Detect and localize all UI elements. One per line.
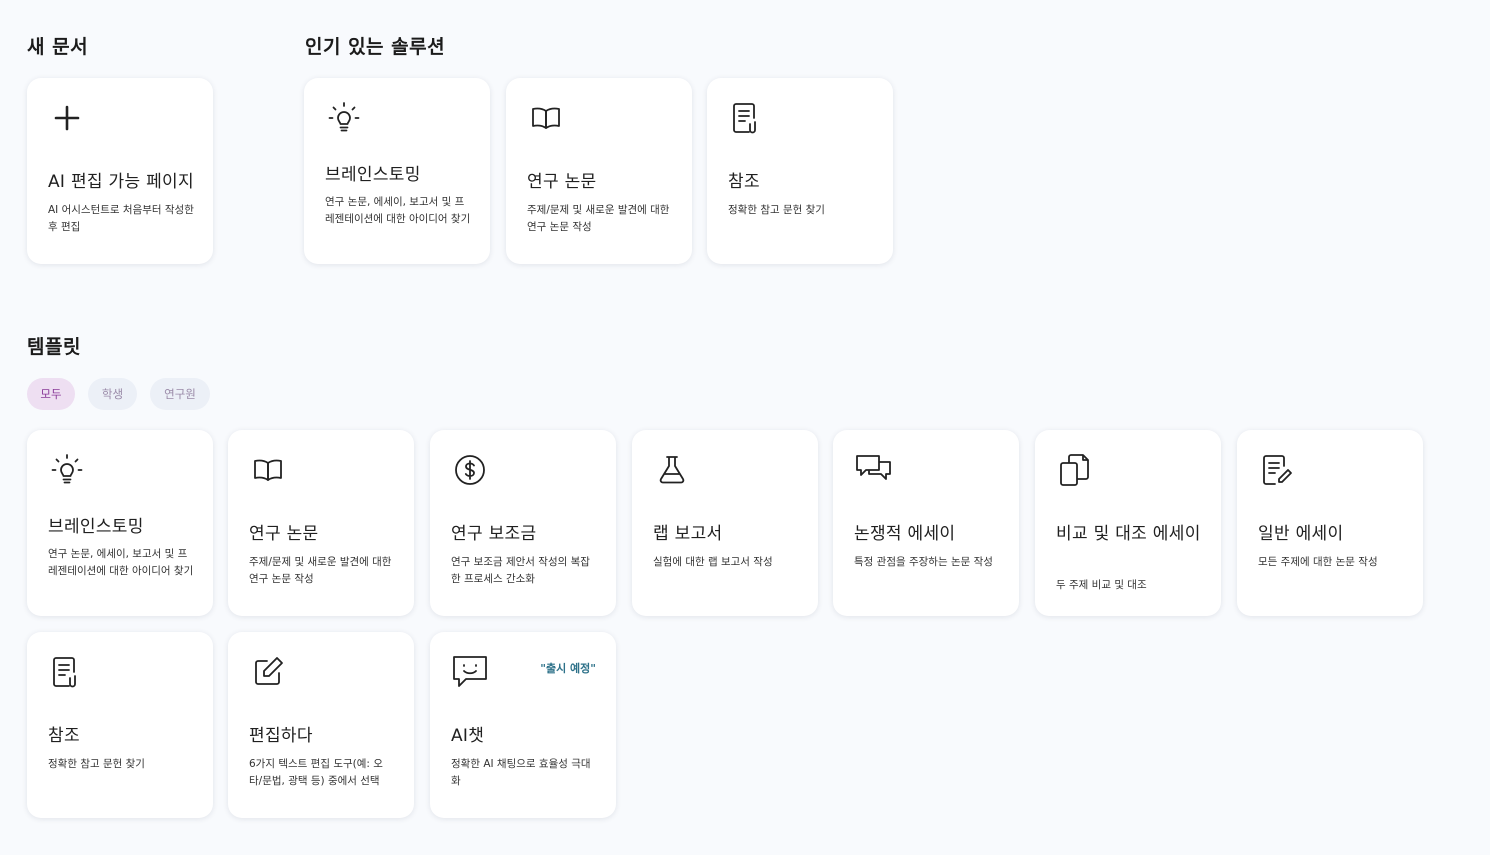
card-title: AI챗 [451,726,485,746]
document-clip-icon [47,652,87,692]
card-description: 연구 보조금 제안서 작성의 복잡한 프로세스 간소화 [451,556,590,585]
template-card-research-paper[interactable]: 연구 논문 주제/문제 및 새로운 발견에 대한 연구 논문 작성 [228,430,414,616]
filter-chip-student[interactable]: 학생 [88,378,137,410]
popular-card-research-paper[interactable]: 연구 논문 주제/문제 및 새로운 발견에 대한 연구 논문 작성 [506,78,692,264]
document-edit-icon [1257,450,1297,490]
card-title: 연구 논문 [249,524,319,544]
lightbulb-icon [47,450,87,490]
card-description: 연구 논문, 에세이, 보고서 및 프레젠테이션에 대한 아이디어 찾기 [48,548,194,577]
template-card-research-grant[interactable]: 연구 보조금 연구 보조금 제안서 작성의 복잡한 프로세스 간소화 [430,430,616,616]
popular-card-brainstorming[interactable]: 브레인스토밍 연구 논문, 에세이, 보고서 및 프레젠테이션에 대한 아이디어… [304,78,490,264]
card-description: 모든 주제에 대한 논문 작성 [1258,556,1378,568]
template-card-ai-chat[interactable]: "출시 예정" AI챗 정확한 AI 채팅으로 효율성 극대화 [430,632,616,818]
template-card-brainstorming[interactable]: 브레인스토밍 연구 논문, 에세이, 보고서 및 프레젠테이션에 대한 아이디어… [27,430,213,616]
card-title: 랩 보고서 [653,524,723,544]
card-title: 참조 [48,726,80,746]
card-title: 연구 논문 [527,172,597,192]
template-card-references[interactable]: 참조 정확한 참고 문헌 찾기 [27,632,213,818]
lightbulb-icon [324,98,364,138]
new-ai-page-card[interactable]: AI 편집 가능 페이지 AI 어시스턴트로 처음부터 작성한 후 편집 [27,78,213,264]
popular-card-references[interactable]: 참조 정확한 참고 문헌 찾기 [707,78,893,264]
card-title: AI 편집 가능 페이지 [48,172,194,192]
coming-soon-badge: "출시 예정" [540,662,596,675]
copy-icon [1055,450,1095,490]
card-title: 브레인스토밍 [325,165,421,185]
card-title: 편집하다 [249,726,313,746]
plus-icon [47,98,87,138]
template-card-edit[interactable]: 편집하다 6가지 텍스트 편집 도구(예: 오타/문법, 광택 등) 중에서 선… [228,632,414,818]
filter-chip-all[interactable]: 모두 [27,378,75,410]
flask-icon [652,450,692,490]
card-title: 브레인스토밍 [48,517,144,537]
card-description: 정확한 참고 문헌 찾기 [728,204,825,216]
card-description: 두 주제 비교 및 대조 [1056,579,1147,591]
template-card-compare-contrast-essay[interactable]: 비교 및 대조 에세이 두 주제 비교 및 대조 [1035,430,1221,616]
card-description: 주제/문제 및 새로운 발견에 대한 연구 논문 작성 [527,204,670,233]
new-document-heading: 새 문서 [27,36,89,58]
template-card-lab-report[interactable]: 랩 보고서 실험에 대한 랩 보고서 작성 [632,430,818,616]
chat-bubbles-icon [853,450,893,490]
document-clip-icon [727,98,767,138]
card-description: 정확한 참고 문헌 찾기 [48,758,145,770]
card-title: 일반 에세이 [1258,524,1344,544]
card-description: AI 어시스턴트로 처음부터 작성한 후 편집 [48,204,194,233]
book-icon [248,450,288,490]
card-description: 6가지 텍스트 편집 도구(예: 오타/문법, 광택 등) 중에서 선택 [249,758,383,787]
card-description: 특정 관점을 주장하는 논문 작성 [854,556,993,568]
card-description: 주제/문제 및 새로운 발견에 대한 연구 논문 작성 [249,556,392,585]
card-description: 실험에 대한 랩 보고서 작성 [653,556,773,568]
dollar-icon [450,450,490,490]
card-description: 연구 논문, 에세이, 보고서 및 프레젠테이션에 대한 아이디어 찾기 [325,196,471,225]
template-card-general-essay[interactable]: 일반 에세이 모든 주제에 대한 논문 작성 [1237,430,1423,616]
card-title: 연구 보조금 [451,524,537,544]
templates-heading: 템플릿 [27,336,81,358]
chat-smile-icon [450,652,490,692]
edit-icon [248,652,288,692]
filter-chip-researcher[interactable]: 연구원 [150,378,210,410]
card-description: 정확한 AI 채팅으로 효율성 극대화 [451,758,591,787]
card-title: 비교 및 대조 에세이 [1056,524,1201,544]
template-card-argumentative-essay[interactable]: 논쟁적 에세이 특정 관점을 주장하는 논문 작성 [833,430,1019,616]
card-title: 논쟁적 에세이 [854,524,956,544]
card-title: 참조 [728,172,760,192]
popular-solutions-heading: 인기 있는 솔루션 [305,36,446,58]
book-icon [526,98,566,138]
